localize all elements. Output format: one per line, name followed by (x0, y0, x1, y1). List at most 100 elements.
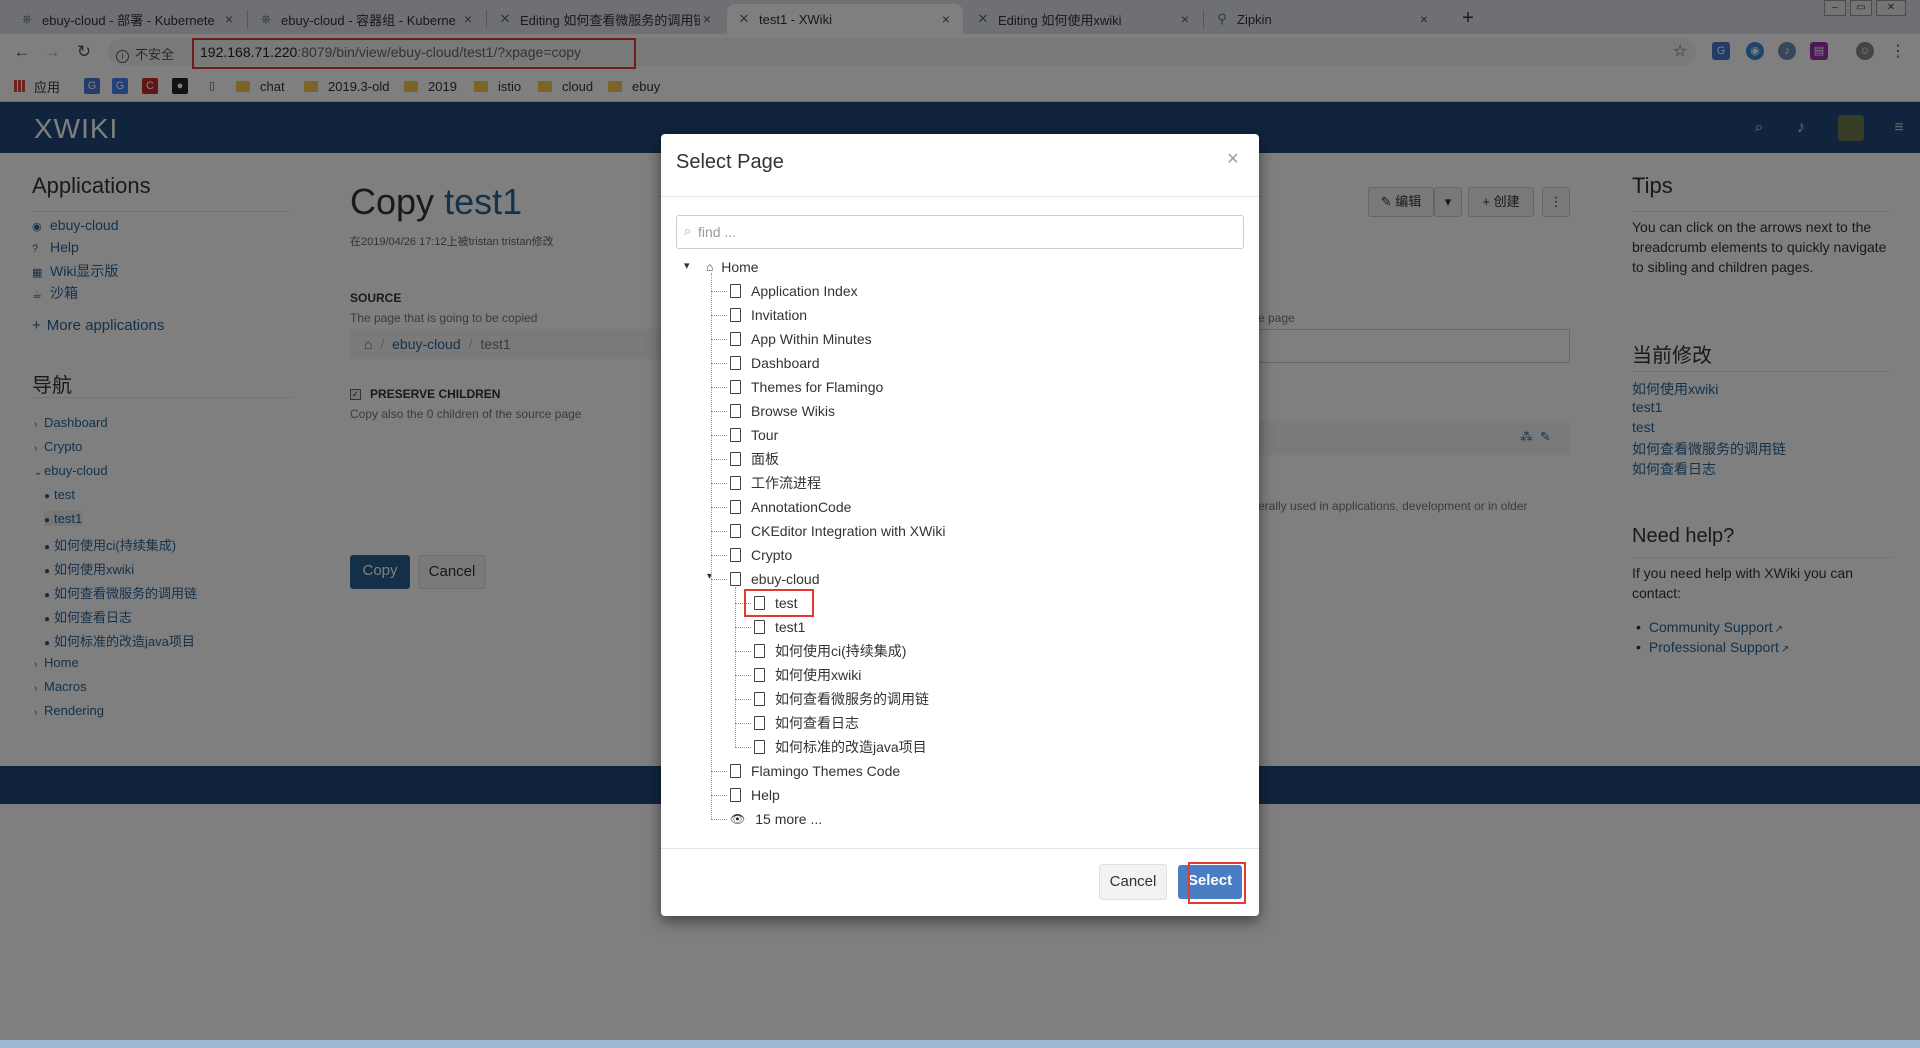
tree-node-label: Invitation (751, 307, 808, 323)
tree-connector (711, 339, 727, 340)
tree-node-label: AnnotationCode (751, 499, 852, 515)
tree-node[interactable]: 如何查看微服务的调用链 (754, 687, 929, 711)
page-icon (754, 740, 765, 754)
tree-node-label: App Within Minutes (751, 331, 872, 347)
page-icon (730, 476, 741, 490)
tree-node-label: 如何查看日志 (775, 715, 859, 731)
tree-node-label: Flamingo Themes Code (751, 763, 901, 779)
tree-node-label: 如何使用ci(持续集成) (775, 643, 907, 659)
home-icon: ⌂ (706, 260, 714, 274)
modal-header-divider (661, 196, 1259, 197)
tree-node[interactable]: 如何使用xwiki (754, 663, 861, 687)
find-input[interactable] (676, 215, 1244, 249)
tree-node[interactable]: 如何使用ci(持续集成) (754, 639, 906, 663)
page-icon (730, 524, 741, 538)
tree-connector (711, 531, 727, 532)
tree-connector (735, 723, 751, 724)
tree-node-label: Home (721, 259, 759, 275)
tree-connector (735, 627, 751, 628)
tree-connector (735, 675, 751, 676)
page-icon (754, 692, 765, 706)
tree-node-label: 如何标准的改造java项目 (775, 739, 927, 755)
tree-node[interactable]: test1 (754, 615, 805, 639)
page-icon (730, 452, 741, 466)
tree-node[interactable]: Application Index (730, 279, 858, 303)
tree-node[interactable]: AnnotationCode (730, 495, 851, 519)
tree-node[interactable]: Invitation (730, 303, 807, 327)
select-highlight-box (1188, 862, 1246, 904)
tree-node-label: test1 (775, 619, 806, 635)
find-placeholder: find ... (698, 224, 737, 240)
selected-node-highlight-box (744, 589, 814, 617)
search-icon: ⌕ (684, 223, 692, 238)
tree-connector (711, 273, 712, 819)
tree-node[interactable]: Help (730, 783, 780, 807)
page-icon (730, 500, 741, 514)
tree-connector (711, 435, 727, 436)
modal-title: Select Page (676, 151, 784, 173)
tree-node[interactable]: Dashboard (730, 351, 820, 375)
page-icon (730, 788, 741, 802)
tree-node-label: Browse Wikis (751, 403, 836, 419)
modal-cancel-button[interactable]: Cancel (1099, 864, 1167, 900)
page-icon (730, 764, 741, 778)
page-icon (730, 572, 741, 586)
tree-connector (711, 363, 727, 364)
tree-node[interactable]: Themes for Flamingo (730, 375, 883, 399)
tree-node[interactable]: Browse Wikis (730, 399, 835, 423)
tree-connector (735, 747, 751, 748)
tree-connector (711, 555, 727, 556)
tree-connector (711, 291, 727, 292)
tree-node[interactable]: Tour (730, 423, 778, 447)
tree-node-label: 面板 (751, 451, 779, 467)
page-icon (754, 644, 765, 658)
tree-node[interactable]: App Within Minutes (730, 327, 872, 351)
page-icon (730, 356, 741, 370)
tree-node-label: CKEditor Integration with XWiki (751, 523, 946, 539)
tree-node[interactable]: CKEditor Integration with XWiki (730, 519, 946, 543)
tree-node[interactable]: Flamingo Themes Code (730, 759, 900, 783)
tree-node[interactable]: 如何查看日志 (754, 711, 859, 735)
page-icon (754, 620, 765, 634)
tree-node-label: Themes for Flamingo (751, 379, 884, 395)
page-icon (730, 548, 741, 562)
tree-connector (735, 587, 736, 747)
tree-node-label: Crypto (751, 547, 793, 563)
tree-connector (711, 315, 727, 316)
tree-node-label: ebuy-cloud (751, 571, 820, 587)
tree-root-home[interactable]: ⌂ Home (706, 255, 759, 279)
tree-connector (711, 795, 727, 796)
tree-node-label: Help (751, 787, 780, 803)
page-icon (730, 380, 741, 394)
modal-close-icon[interactable]: × (1227, 148, 1239, 171)
tree-node-label: Tour (751, 427, 779, 443)
tree-connector (711, 387, 727, 388)
tree-node-label: 如何使用xwiki (775, 667, 862, 683)
tree-node[interactable]: Crypto (730, 543, 792, 567)
os-taskbar (0, 1040, 1920, 1048)
tree-node-label: Application Index (751, 283, 858, 299)
page-icon (754, 668, 765, 682)
tree-node[interactable]: 工作流进程 (730, 471, 821, 495)
tree-toggle-icon[interactable]: ▾ (684, 259, 690, 272)
tree-node-label: 如何查看微服务的调用链 (775, 691, 929, 707)
tree-node-label: Dashboard (751, 355, 820, 371)
page-icon (730, 284, 741, 298)
tree-node[interactable]: ebuy-cloud (730, 567, 820, 591)
tree-connector (735, 699, 751, 700)
tree-more-link[interactable]: 👁 15 more ... (730, 807, 822, 831)
page-icon (730, 428, 741, 442)
page-icon (730, 404, 741, 418)
modal-footer-divider (661, 848, 1259, 849)
eye-icon: 👁 (730, 812, 746, 826)
tree-connector (711, 411, 727, 412)
tree-connector (711, 459, 727, 460)
tree-connector (711, 507, 727, 508)
tree-connector (711, 579, 727, 580)
tree-node-label: 工作流进程 (751, 475, 821, 491)
tree-node[interactable]: 如何标准的改造java项目 (754, 735, 927, 759)
tree-connector (711, 483, 727, 484)
tree-node[interactable]: 面板 (730, 447, 779, 471)
page-icon (730, 332, 741, 346)
page-icon (730, 308, 741, 322)
